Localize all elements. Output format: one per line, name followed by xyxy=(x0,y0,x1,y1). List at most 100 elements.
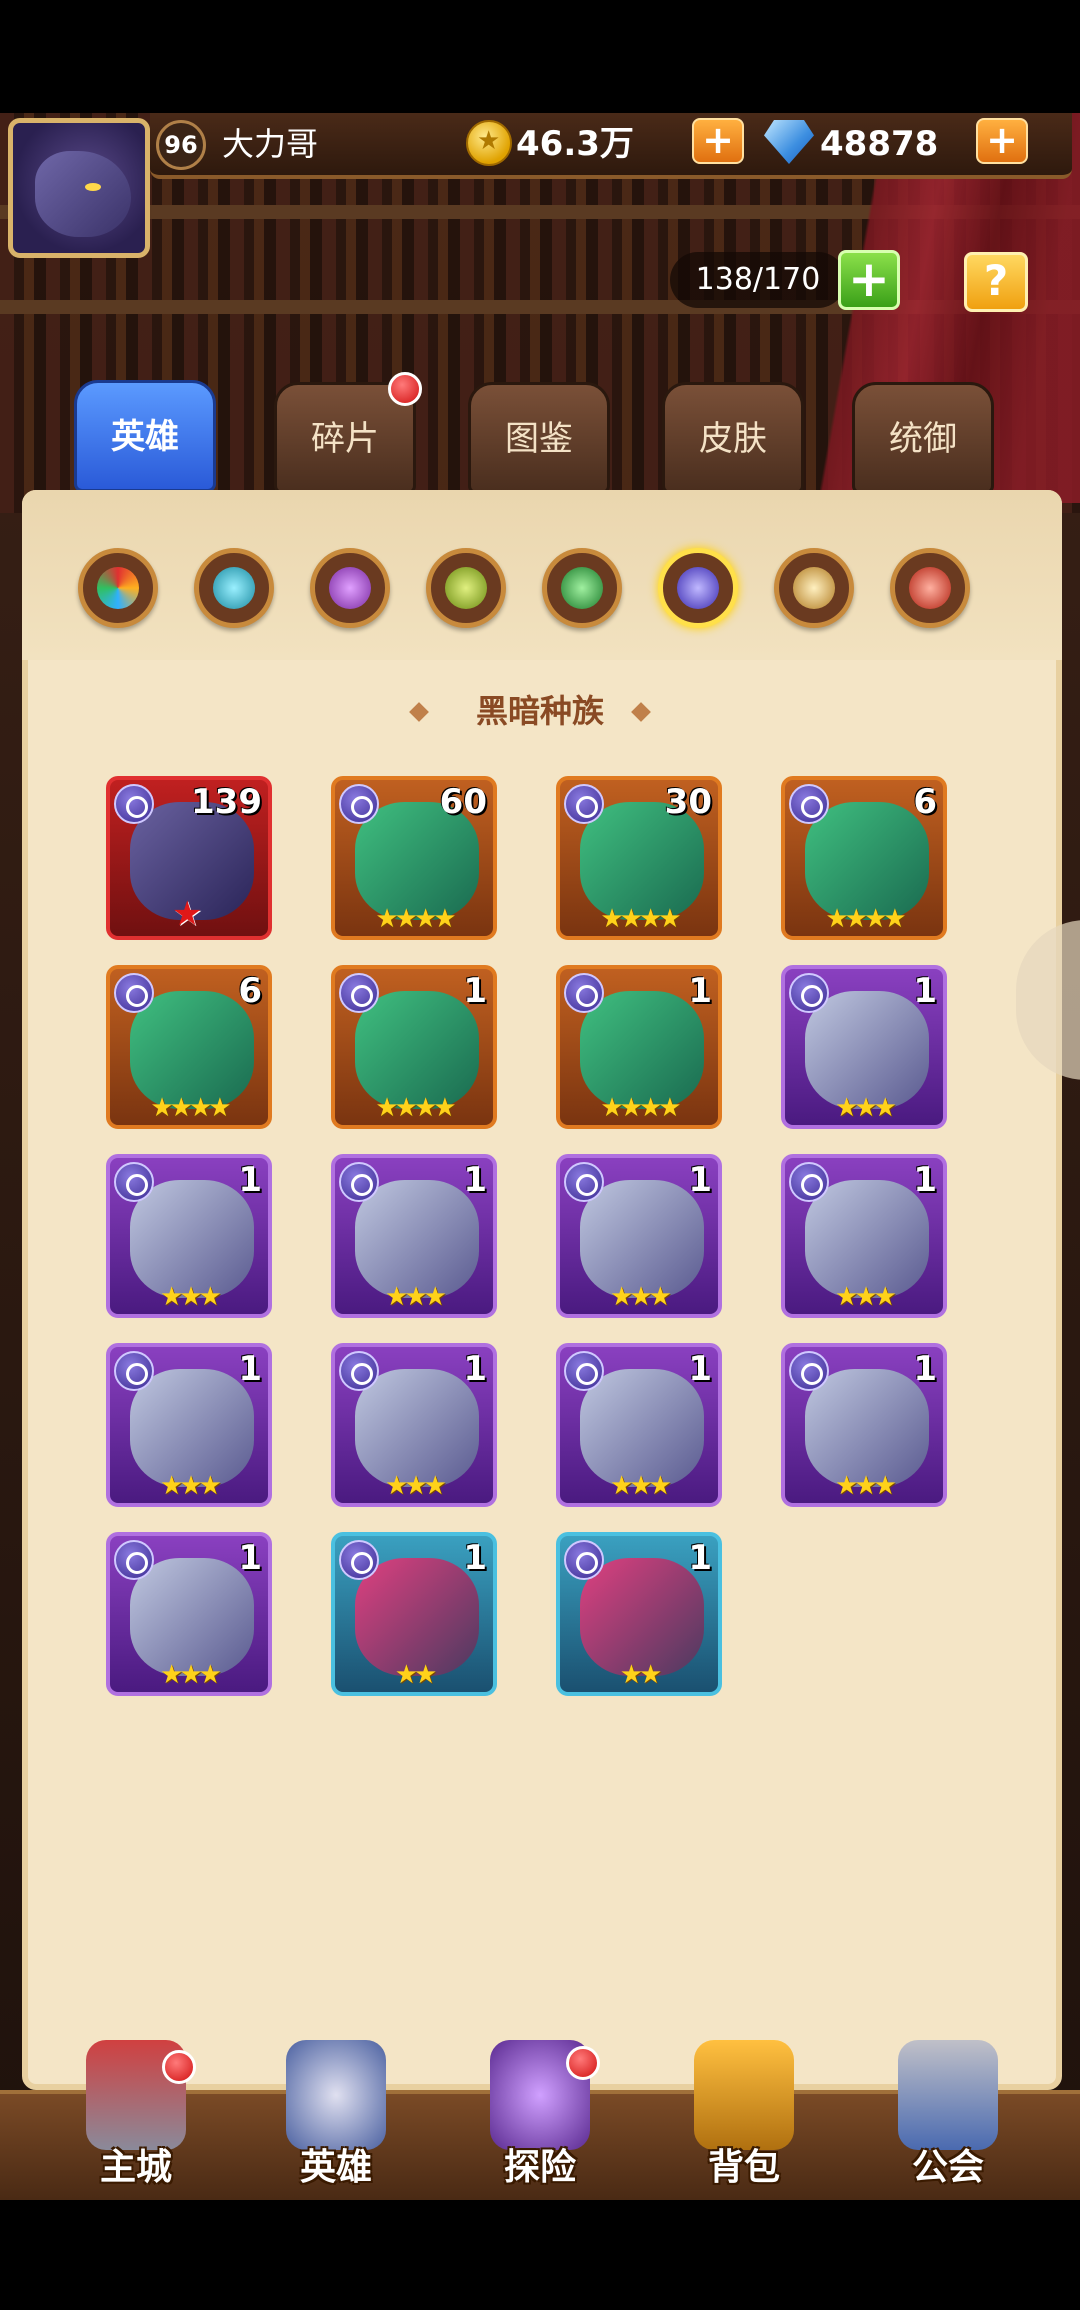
hero-card[interactable]: 1 ★★★ xyxy=(556,1154,722,1318)
hero-stars: ★★★ xyxy=(160,1660,222,1690)
nav-backpack[interactable]: 背包 xyxy=(664,2040,824,2190)
dark-race-badge-icon xyxy=(114,1162,154,1202)
dark-race-badge-icon xyxy=(789,973,829,1013)
nav-label: 主城 xyxy=(99,2147,172,2188)
nav-label: 背包 xyxy=(707,2147,780,2188)
nav-heroes[interactable]: 英雄 xyxy=(256,2040,416,2190)
hero-stars: ★★★ xyxy=(385,1471,447,1501)
hero-portrait xyxy=(355,1180,479,1298)
dark-race-badge-icon xyxy=(789,1351,829,1391)
hero-portrait xyxy=(355,1369,479,1487)
tab-codex[interactable]: 图鉴 xyxy=(468,382,610,494)
dragon-eye xyxy=(85,183,101,191)
hero-card[interactable]: 1 ★★ xyxy=(331,1532,497,1696)
hero-card[interactable]: 30 ★★★★ xyxy=(556,776,722,940)
notification-dot xyxy=(566,2046,600,2080)
hero-card[interactable]: 1 ★★ xyxy=(556,1532,722,1696)
notification-dot xyxy=(388,372,422,406)
hero-card[interactable]: 1 ★★★★ xyxy=(556,965,722,1129)
gem-amount: 48878 xyxy=(820,124,939,164)
nav-label: 公会 xyxy=(911,2147,984,2188)
flame-icon xyxy=(909,567,951,609)
leaf-icon xyxy=(561,567,603,609)
hero-portrait xyxy=(805,802,929,920)
hero-card[interactable]: 60 ★★★★ xyxy=(331,776,497,940)
dark-race-badge-icon xyxy=(789,1162,829,1202)
hero-portrait xyxy=(580,991,704,1109)
hero-capacity: 138/170 xyxy=(670,252,846,308)
tab-skins[interactable]: 皮肤 xyxy=(662,382,804,494)
dark-race-badge-icon xyxy=(564,1162,604,1202)
hero-stars: ★★★★ xyxy=(825,904,906,934)
hero-portrait xyxy=(580,1369,704,1487)
add-gems-button[interactable]: + xyxy=(976,118,1028,164)
dark-race-badge-icon xyxy=(114,973,154,1013)
hero-level: 1 xyxy=(688,1349,712,1389)
hero-card[interactable]: 1 ★★★ xyxy=(781,1343,947,1507)
hero-card[interactable]: 1 ★★★ xyxy=(781,1154,947,1318)
wings-icon xyxy=(213,567,255,609)
help-button[interactable]: ? xyxy=(964,252,1028,312)
race-filter-2[interactable] xyxy=(194,548,274,628)
player-name: 大力哥 xyxy=(222,125,319,163)
hero-card[interactable]: 1 ★★★ xyxy=(331,1154,497,1318)
race-filter-5[interactable] xyxy=(542,548,622,628)
hero-stars: ★★★★ xyxy=(375,1093,456,1123)
hero-portrait xyxy=(805,1180,929,1298)
nav-guild[interactable]: 公会 xyxy=(868,2040,1028,2190)
hero-portrait xyxy=(130,1369,254,1487)
hero-level: 139 xyxy=(191,782,262,822)
hero-level: 30 xyxy=(664,782,712,822)
race-filter-3[interactable] xyxy=(310,548,390,628)
hero-level: 1 xyxy=(913,971,937,1011)
expand-capacity-button[interactable]: + xyxy=(838,250,900,310)
hero-portrait xyxy=(130,1180,254,1298)
hero-level: 1 xyxy=(463,1538,487,1578)
hero-level: 6 xyxy=(238,971,262,1011)
nav-label: 英雄 xyxy=(299,2147,372,2188)
hero-level: 1 xyxy=(688,971,712,1011)
hero-level: 1 xyxy=(913,1349,937,1389)
bat-icon xyxy=(677,567,719,609)
hero-level: 1 xyxy=(688,1538,712,1578)
hero-card[interactable]: 1 ★★★ xyxy=(106,1154,272,1318)
hero-card[interactable]: 1 ★★★ xyxy=(106,1343,272,1507)
add-gold-button[interactable]: + xyxy=(692,118,744,164)
player-level: 96 xyxy=(156,120,206,170)
hero-face-icon xyxy=(286,2040,386,2150)
hero-card[interactable]: 6 ★★★★ xyxy=(106,965,272,1129)
tab-command[interactable]: 统御 xyxy=(852,382,994,494)
hero-stars: ★★ xyxy=(394,1660,438,1690)
dark-race-badge-icon xyxy=(339,1540,379,1580)
hero-stars: ★★★★ xyxy=(150,1093,231,1123)
hero-card[interactable]: 1 ★★★ xyxy=(781,965,947,1129)
tab-heroes[interactable]: 英雄 xyxy=(74,380,216,492)
race-filter-7[interactable] xyxy=(774,548,854,628)
hero-portrait xyxy=(130,1558,254,1676)
hero-card[interactable]: 1 ★★★ xyxy=(331,1343,497,1507)
all-races-icon xyxy=(97,567,139,609)
cross-icon xyxy=(793,567,835,609)
race-filter-dark[interactable] xyxy=(658,548,738,628)
hero-card[interactable]: 139 ★ xyxy=(106,776,272,940)
race-filter-4[interactable] xyxy=(426,548,506,628)
hero-portrait xyxy=(355,1558,479,1676)
hero-card[interactable]: 1 ★★★ xyxy=(106,1532,272,1696)
red-star-icon: ★ xyxy=(172,894,203,934)
hero-stars: ★★★ xyxy=(610,1282,672,1312)
dark-race-badge-icon xyxy=(564,1351,604,1391)
gold-coin-icon xyxy=(466,120,512,166)
player-avatar[interactable] xyxy=(8,118,150,258)
hero-level: 1 xyxy=(463,971,487,1011)
hero-stars: ★★ xyxy=(619,1660,663,1690)
hero-card[interactable]: 1 ★★★ xyxy=(556,1343,722,1507)
race-filter-8[interactable] xyxy=(890,548,970,628)
hero-stars: ★★★ xyxy=(385,1282,447,1312)
hero-level: 1 xyxy=(238,1349,262,1389)
race-filter-all[interactable] xyxy=(78,548,158,628)
dark-race-badge-icon xyxy=(564,784,604,824)
dark-race-badge-icon xyxy=(564,973,604,1013)
hero-card[interactable]: 1 ★★★★ xyxy=(331,965,497,1129)
lotus-icon xyxy=(329,567,371,609)
hero-card[interactable]: 6 ★★★★ xyxy=(781,776,947,940)
